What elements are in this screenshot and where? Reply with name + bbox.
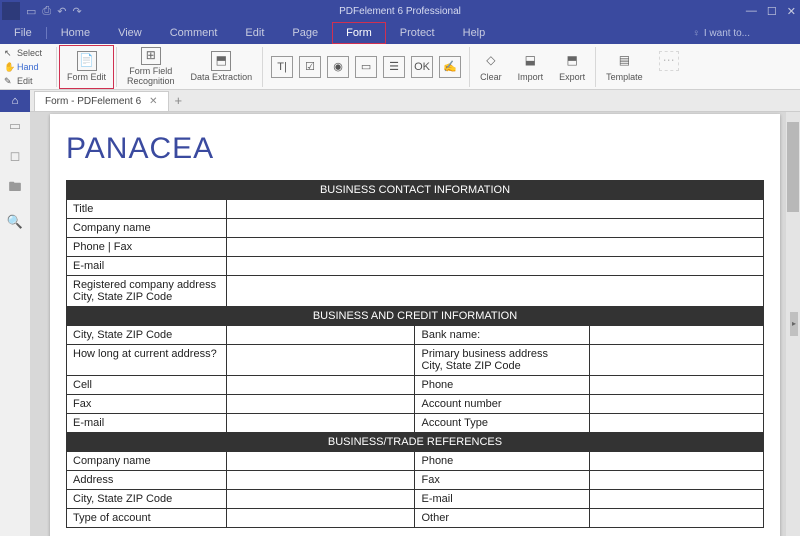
menu-edit[interactable]: Edit <box>231 22 278 44</box>
field-title[interactable] <box>227 200 764 219</box>
section-header: BUSINESS AND CREDIT INFORMATION <box>67 307 764 326</box>
scrollbar-thumb[interactable] <box>787 122 799 212</box>
label-phone-fax: Phone | Fax <box>67 238 227 257</box>
maximize-icon[interactable]: ☐ <box>767 5 777 18</box>
new-tab-icon[interactable]: + <box>175 93 183 108</box>
document-tab-label: Form - PDFelement 6 <box>45 96 141 107</box>
document-tab-strip: ⌂ Form - PDFelement 6 ✕ + <box>0 90 800 112</box>
menu-view[interactable]: View <box>104 22 156 44</box>
document-tab[interactable]: Form - PDFelement 6 ✕ <box>34 91 169 111</box>
menu-page[interactable]: Page <box>278 22 332 44</box>
combobox-icon[interactable]: ▭ <box>355 56 377 78</box>
menu-help[interactable]: Help <box>449 22 500 44</box>
recognition-icon: ⊞ <box>141 47 161 65</box>
menu-protect[interactable]: Protect <box>386 22 449 44</box>
bookmarks-icon[interactable]: ◻ <box>10 148 21 164</box>
listbox-icon[interactable]: ☰ <box>383 56 405 78</box>
clear-button[interactable]: ◇ Clear <box>472 45 510 89</box>
menu-form[interactable]: Form <box>332 22 386 44</box>
checkbox-icon[interactable]: ☑ <box>299 56 321 78</box>
qat-save-icon[interactable]: ⎙ <box>42 5 51 18</box>
window-title: PDFelement 6 Professional <box>339 6 461 17</box>
text-field-icon[interactable]: T| <box>271 56 293 78</box>
label-email: E-mail <box>67 257 227 276</box>
field-phone-fax[interactable] <box>227 238 764 257</box>
select-tool[interactable]: ↖Select <box>4 46 50 60</box>
qat-redo-icon[interactable]: ↷ <box>72 5 81 18</box>
i-want-to[interactable]: I want to... <box>692 28 750 39</box>
import-icon: ⬓ <box>520 51 540 71</box>
hand-icon: ✋ <box>4 62 14 72</box>
form-field-tools: T| ☑ ◉ ▭ ☰ OK ✍ <box>265 56 467 78</box>
template-button[interactable]: ▤ Template <box>598 45 651 89</box>
ribbon-side-tools: ↖Select ✋Hand ✎Edit <box>0 44 54 90</box>
pdf-page: PANACEA BUSINESS CONTACT INFORMATION Tit… <box>50 114 780 536</box>
form-edit-icon: 📄 <box>77 51 97 71</box>
home-tab-icon[interactable]: ⌂ <box>0 90 30 112</box>
eraser-icon: ◇ <box>481 51 501 71</box>
form-table: BUSINESS CONTACT INFORMATION Title Compa… <box>66 180 764 528</box>
left-sidebar: ▭ ◻ 🖿 🔍 <box>0 112 30 536</box>
field-email[interactable] <box>227 257 764 276</box>
close-icon[interactable]: ✕ <box>787 5 796 18</box>
button-icon[interactable]: OK <box>411 56 433 78</box>
app-logo <box>2 2 20 20</box>
export-button[interactable]: ⬒ Export <box>551 45 593 89</box>
menu-home[interactable]: Home <box>47 22 104 44</box>
form-edit-button[interactable]: 📄 Form Edit <box>59 45 114 89</box>
panel-expand-handle[interactable]: ▸ <box>790 312 798 336</box>
radio-icon[interactable]: ◉ <box>327 56 349 78</box>
more-button[interactable]: ⋯ <box>651 45 687 89</box>
menu-bar: File Home View Comment Edit Page Form Pr… <box>0 22 800 44</box>
hand-tool[interactable]: ✋Hand <box>4 60 50 74</box>
work-area: ▭ ◻ 🖿 🔍 PANACEA BUSINESS CONTACT INFORMA… <box>0 112 800 536</box>
menu-comment[interactable]: Comment <box>156 22 232 44</box>
field-reg-address[interactable] <box>227 276 764 307</box>
more-icon: ⋯ <box>659 51 679 71</box>
ribbon: ↖Select ✋Hand ✎Edit 📄 Form Edit ⊞ Form F… <box>0 44 800 90</box>
pencil-icon: ✎ <box>4 76 14 86</box>
signature-icon[interactable]: ✍ <box>439 56 461 78</box>
edit-tool[interactable]: ✎Edit <box>4 74 50 88</box>
search-icon[interactable]: 🔍 <box>7 214 23 230</box>
page-canvas[interactable]: PANACEA BUSINESS CONTACT INFORMATION Tit… <box>30 112 800 536</box>
thumbnails-icon[interactable]: ▭ <box>9 118 21 134</box>
section-header: BUSINESS/TRADE REFERENCES <box>67 433 764 452</box>
template-icon: ▤ <box>614 51 634 71</box>
label-title: Title <box>67 200 227 219</box>
label-company: Company name <box>67 219 227 238</box>
qat-undo-icon[interactable]: ↶ <box>57 5 66 18</box>
cursor-icon: ↖ <box>4 48 14 58</box>
minimize-icon[interactable]: — <box>746 5 757 18</box>
close-tab-icon[interactable]: ✕ <box>149 96 157 107</box>
import-button[interactable]: ⬓ Import <box>510 45 552 89</box>
export-icon: ⬒ <box>562 51 582 71</box>
title-bar: ▭ ⎙ ↶ ↷ PDFelement 6 Professional — ☐ ✕ <box>0 0 800 22</box>
label-reg-address: Registered company address City, State Z… <box>67 276 227 307</box>
field-company[interactable] <box>227 219 764 238</box>
extraction-icon: ⬒ <box>211 51 231 71</box>
data-extraction-button[interactable]: ⬒ Data Extraction <box>183 45 261 89</box>
section-header: BUSINESS CONTACT INFORMATION <box>67 181 764 200</box>
page-heading: PANACEA <box>66 132 764 166</box>
attachments-icon[interactable]: 🖿 <box>8 178 21 200</box>
qat-open-icon[interactable]: ▭ <box>26 5 36 18</box>
form-field-recognition-button[interactable]: ⊞ Form Field Recognition <box>119 45 183 89</box>
menu-file[interactable]: File <box>0 22 46 44</box>
